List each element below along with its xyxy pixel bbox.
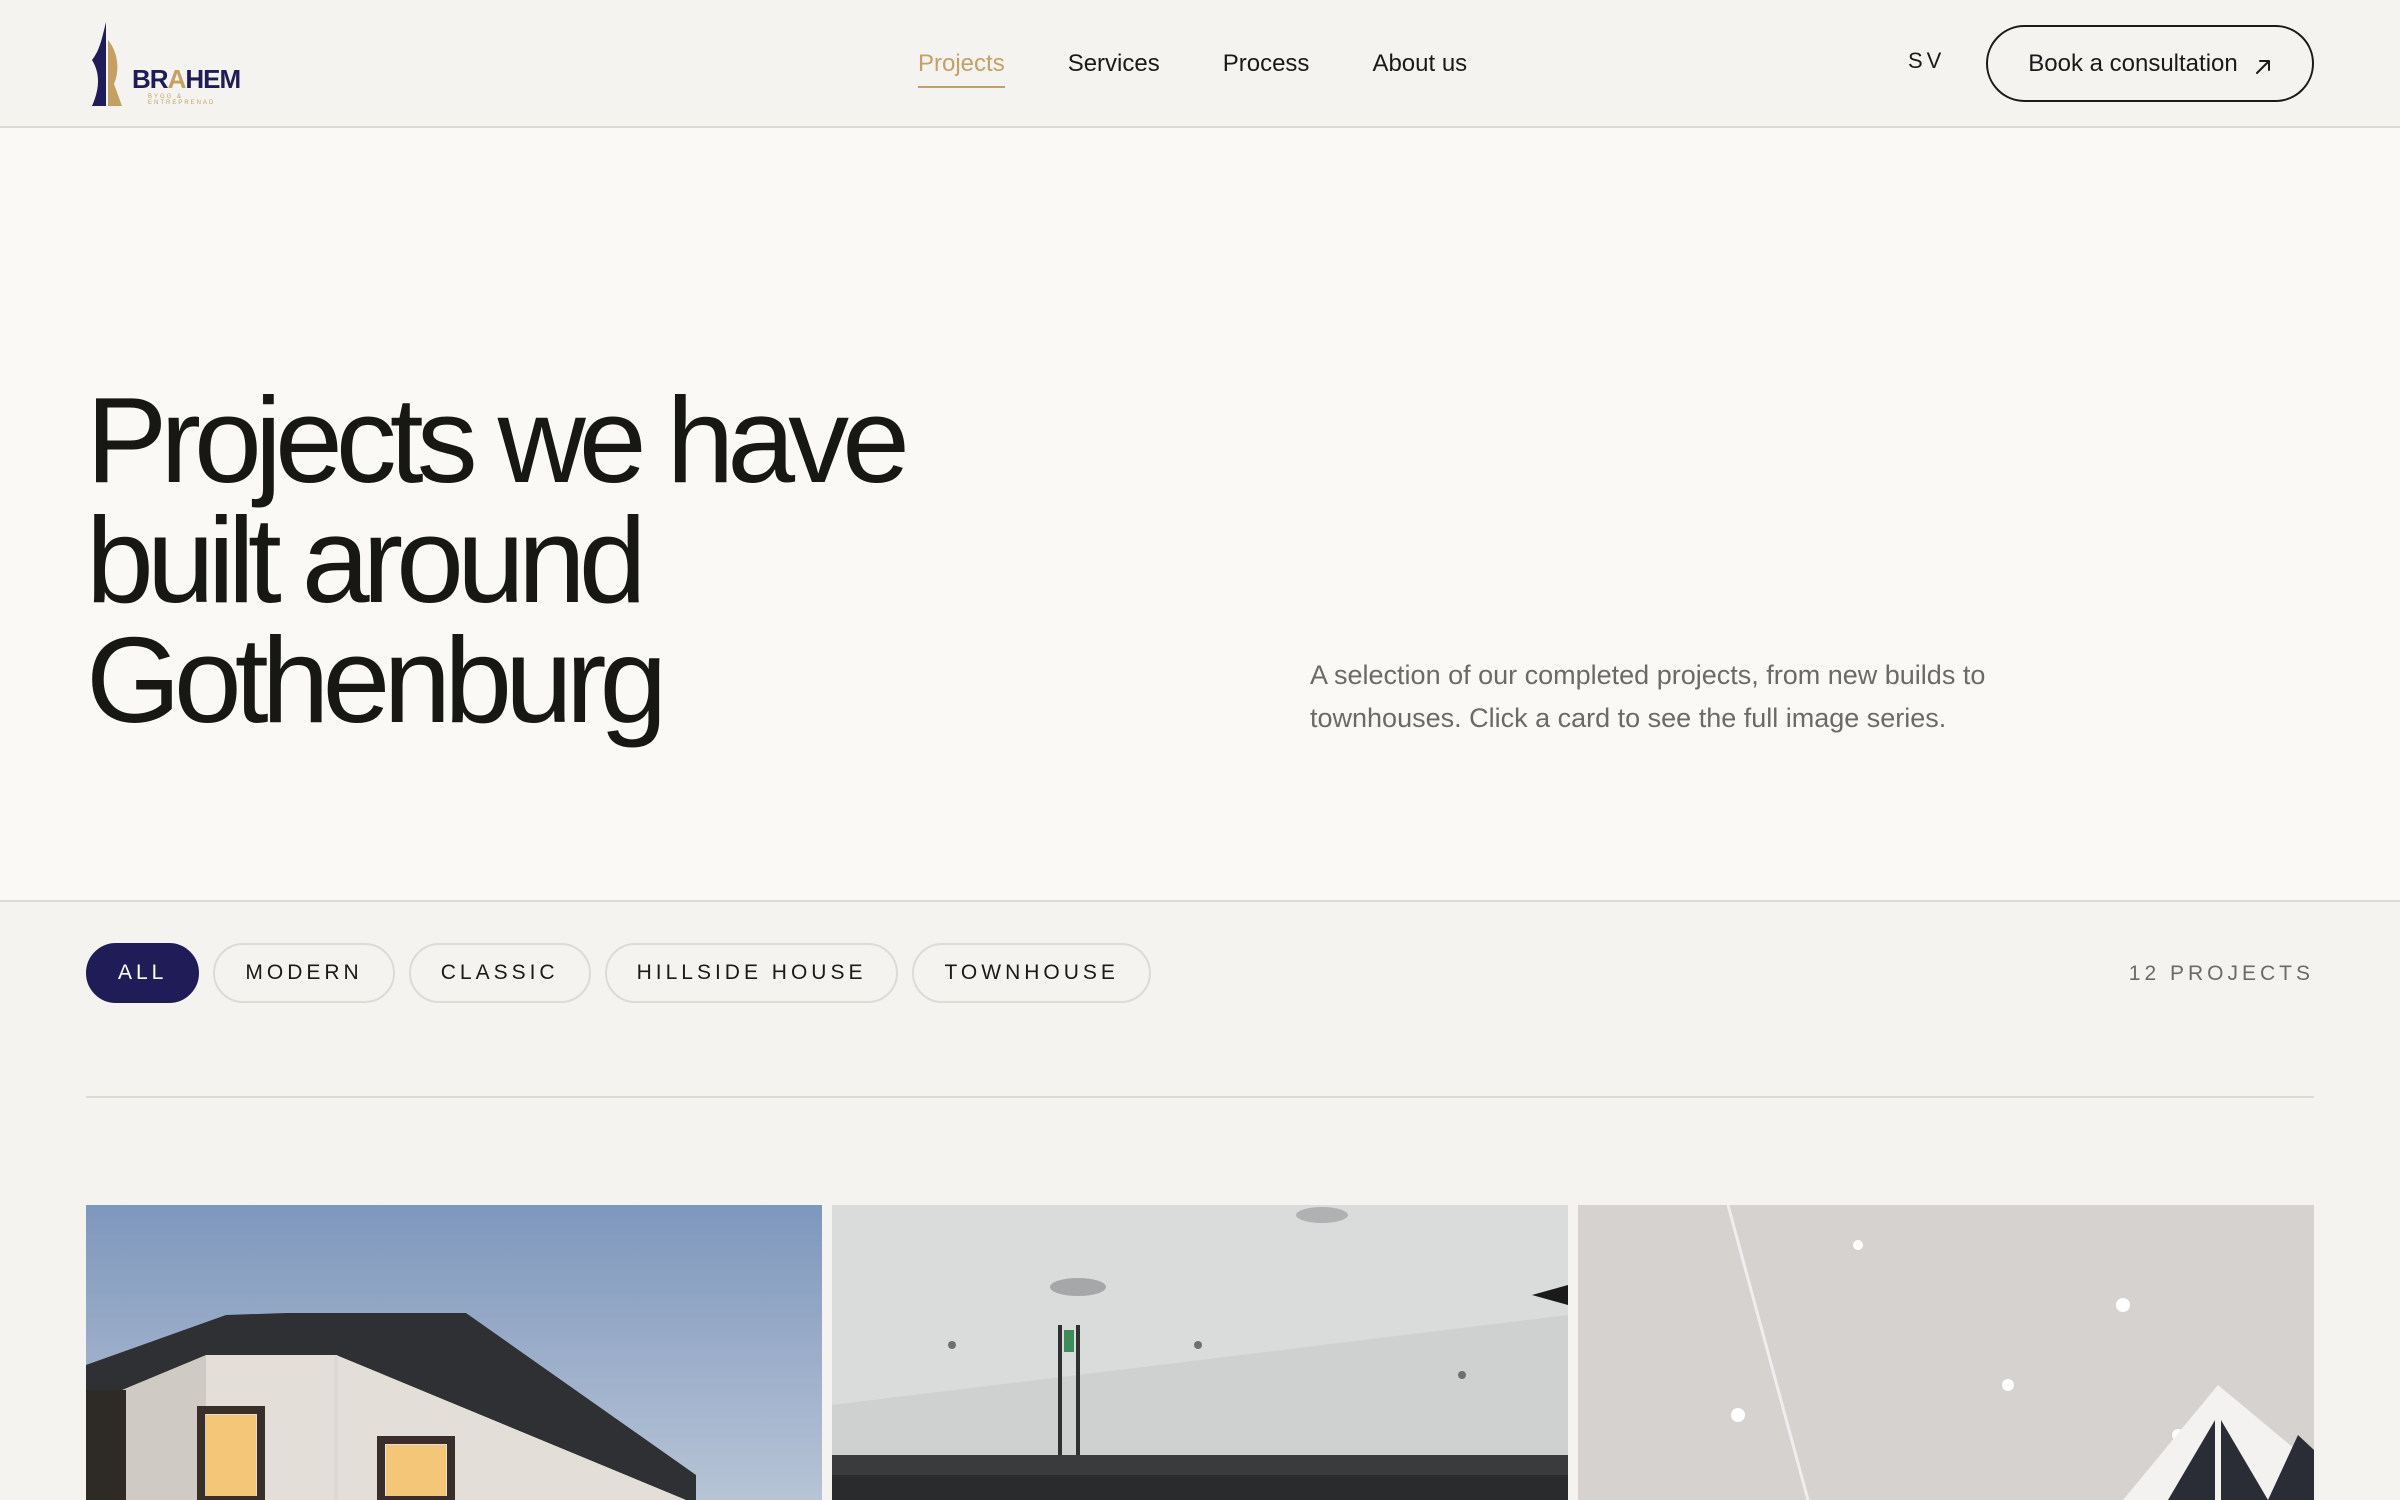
logo-wordmark-start: BR [132,64,169,94]
project-grid [86,1205,2314,1500]
nav-services[interactable]: Services [1068,0,1160,128]
filter-classic[interactable]: CLASSIC [408,943,591,1003]
nav-process[interactable]: Process [1223,0,1310,128]
page-title: Projects we have built around Gothenburg [86,372,910,748]
nav-projects[interactable]: Projects [918,0,1005,128]
project-card[interactable] [1578,1205,2314,1500]
hero-section: Projects we have built around Gothenburg… [0,128,2400,902]
vaulted-living-room-photo [1578,1205,2314,1500]
house-exterior-photo [86,1205,822,1500]
book-consultation-label: Book a consultation [2028,49,2238,77]
logo-wordmark-accent: A [167,64,187,94]
main-nav: Projects Services Process About us [918,0,1530,128]
site-header: BRAHEM BYGG & ENTREPRENAD Projects Servi… [0,0,2400,128]
book-consultation-button[interactable]: Book a consultation [1986,25,2314,102]
project-card[interactable] [832,1205,1568,1500]
arrow-up-right-icon [2254,55,2272,74]
logo-wordmark: BRAHEM [132,64,241,95]
nav-about-us[interactable]: About us [1372,0,1467,128]
kitchen-interior-photo [832,1205,1568,1500]
project-count: 12 PROJECTS [2128,962,2314,985]
filter-townhouse[interactable]: TOWNHOUSE [912,943,1151,1003]
section-divider [86,1096,2314,1098]
project-filters: ALL MODERN CLASSIC HILLSIDE HOUSE TOWNHO… [86,943,1151,1003]
filter-all[interactable]: ALL [86,943,200,1003]
project-card[interactable] [86,1205,822,1500]
language-switcher[interactable]: SV [1908,48,1945,74]
filter-modern[interactable]: MODERN [213,943,395,1003]
logo-wordmark-end: HEM [185,64,241,94]
logo-tagline: BYGG & ENTREPRENAD [148,94,216,106]
brahem-logo[interactable]: BRAHEM BYGG & ENTREPRENAD [86,18,241,110]
filter-hillside-house[interactable]: HILLSIDE HOUSE [604,943,899,1003]
hero-description: A selection of our completed projects, f… [1310,660,1986,733]
